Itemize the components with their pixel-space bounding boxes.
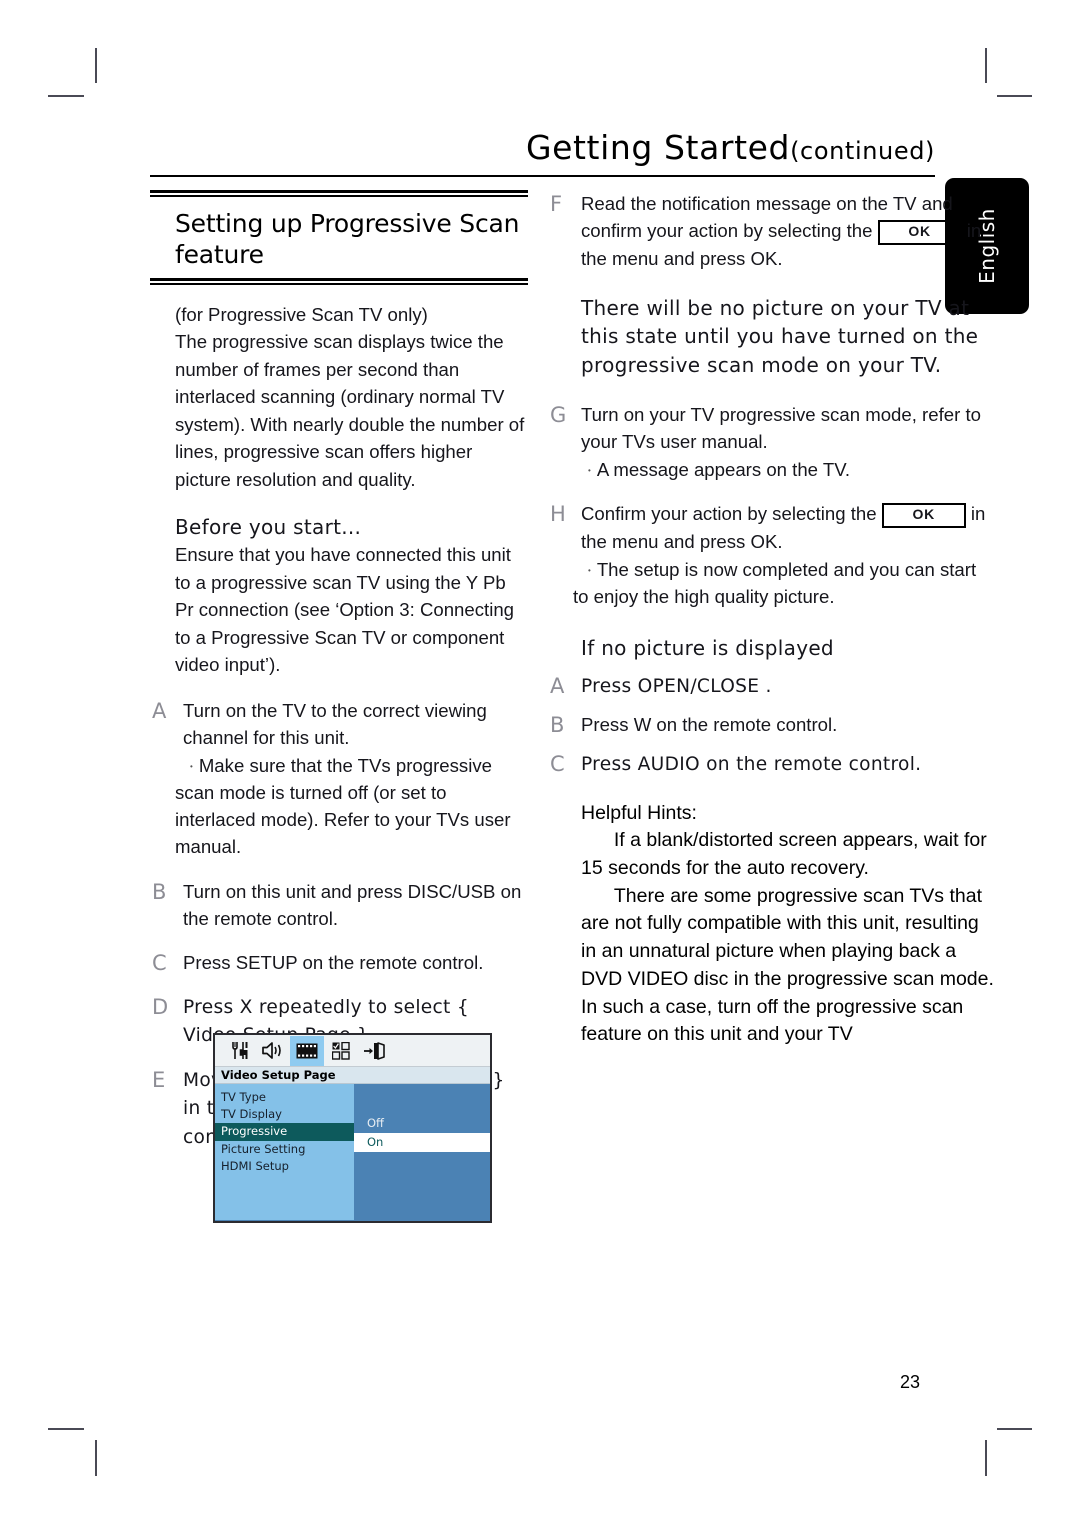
step-g-text: Turn on your TV progressive scan mode, r… xyxy=(581,403,981,453)
page-number: 23 xyxy=(900,1372,921,1392)
osd-menu-item-tv-display[interactable]: TV Display xyxy=(215,1106,354,1123)
step-c-label: C xyxy=(152,950,167,975)
no-picture-step-b: B Press W on the remote control. xyxy=(548,711,996,738)
crop-mark-top-right-vertical xyxy=(985,48,987,83)
before-you-start-body: Ensure that you have connected this unit… xyxy=(175,544,515,676)
crop-mark-top-left-horizontal xyxy=(48,95,84,97)
no-picture-step-c-text: Press AUDIO on the remote control. xyxy=(581,753,922,775)
section-title-rule-top xyxy=(150,190,528,197)
crop-mark-top-left-vertical xyxy=(95,48,97,83)
osd-menu-item-hdmi-setup[interactable]: HDMI Setup xyxy=(215,1158,354,1175)
osd-body: TV Type TV Display Progressive Picture S… xyxy=(215,1084,490,1220)
header-divider-rule xyxy=(150,175,935,177)
page-header: Getting Started(continued) xyxy=(150,128,935,167)
step-b: B Turn on this unit and press DISC/USB o… xyxy=(150,878,528,932)
no-picture-step-c: C Press AUDIO on the remote control. xyxy=(548,750,996,778)
no-picture-step-b-label: B xyxy=(550,713,565,738)
step-b-label: B xyxy=(152,879,167,904)
helpful-hints-heading: Helpful Hints: xyxy=(581,801,697,824)
osd-menu-item-progressive[interactable]: Progressive xyxy=(215,1123,354,1141)
step-g-note: A message appears on the TV. xyxy=(573,456,996,483)
left-column: Setting up Progressive Scan feature (for… xyxy=(150,190,528,1168)
no-picture-step-a-text: Press OPEN/CLOSE . xyxy=(581,676,772,698)
osd-option-on[interactable]: On xyxy=(354,1132,490,1152)
exit-door-arrow-glyph xyxy=(364,1041,385,1060)
osd-menu-item-tv-type[interactable]: TV Type xyxy=(215,1089,354,1106)
step-g-label: G xyxy=(550,402,567,427)
page-title-continued: (continued) xyxy=(790,137,935,165)
step-h-note: The setup is now completed and you can s… xyxy=(573,556,996,610)
step-c: C Press SETUP on the remote control. xyxy=(150,949,528,976)
step-h-text-before: Confirm your action by selecting the xyxy=(581,503,877,525)
no-picture-step-c-label: C xyxy=(550,751,565,776)
right-step-list: F Read the notification message on the T… xyxy=(548,190,996,610)
film-strip-glyph xyxy=(296,1043,318,1058)
intro-line: (for Progressive Scan TV only) xyxy=(175,303,428,325)
step-a-note: Make sure that the TVs progressive scan … xyxy=(175,752,528,861)
crop-mark-bottom-right-horizontal xyxy=(997,1428,1032,1430)
audio-setup-icon[interactable] xyxy=(256,1036,290,1066)
general-setup-icon[interactable] xyxy=(222,1036,256,1066)
crop-mark-bottom-right-vertical xyxy=(985,1440,987,1476)
no-picture-step-a: A Press OPEN/CLOSE . xyxy=(548,672,996,700)
no-picture-step-a-label: A xyxy=(550,674,565,699)
osd-menu-list: TV Type TV Display Progressive Picture S… xyxy=(215,1084,354,1220)
helpful-hints-block: Helpful Hints: If a blank/distorted scre… xyxy=(548,800,996,1049)
step-c-text: Press SETUP on the remote control. xyxy=(183,951,484,973)
crop-mark-top-right-horizontal xyxy=(997,95,1032,97)
step-f: F Read the notification message on the T… xyxy=(548,190,996,272)
page-title: Getting Started(continued) xyxy=(150,128,935,167)
no-picture-step-b-text: Press W on the remote control. xyxy=(581,714,838,736)
step-h-label: H xyxy=(550,502,566,527)
step-b-text: Turn on this unit and press DISC/USB on … xyxy=(183,880,522,929)
step-g: G Turn on your TV progressive scan mode,… xyxy=(548,401,996,483)
speaker-glyph xyxy=(262,1042,281,1059)
preference-setup-icon[interactable] xyxy=(324,1036,358,1066)
section-title-rule-bottom xyxy=(150,277,528,285)
exit-setup-icon[interactable] xyxy=(358,1036,392,1066)
crop-mark-bottom-left-horizontal xyxy=(48,1428,84,1430)
right-column: F Read the notification message on the T… xyxy=(548,190,996,1049)
osd-icon-bar xyxy=(215,1035,490,1067)
osd-option-off[interactable]: Off xyxy=(354,1114,490,1133)
step-f-label: F xyxy=(550,192,563,216)
osd-menu-item-picture-setting[interactable]: Picture Setting xyxy=(215,1141,354,1158)
page-title-main: Getting Started xyxy=(525,128,791,167)
video-setup-page-screenshot: Video Setup Page TV Type TV Display Prog… xyxy=(213,1033,492,1223)
four-squares-glyph xyxy=(332,1041,350,1060)
before-you-start-heading: Before you start... xyxy=(175,515,362,540)
no-picture-step-list: A Press OPEN/CLOSE . B Press W on the re… xyxy=(548,672,996,777)
osd-page-title: Video Setup Page xyxy=(215,1067,490,1084)
warning-text: There will be no picture on your TV at t… xyxy=(581,295,979,377)
step-e-label: E xyxy=(152,1068,166,1093)
helpful-hint-1: If a blank/distorted screen appears, wai… xyxy=(581,829,987,880)
step-d-label: D xyxy=(152,994,169,1019)
ok-button-glyph-h: OK xyxy=(881,503,966,528)
section-title: Setting up Progressive Scan feature xyxy=(175,209,520,270)
step-h: H Confirm your action by selecting the O… xyxy=(548,500,996,610)
crop-mark-bottom-left-vertical xyxy=(95,1440,97,1476)
step-a-label: A xyxy=(152,698,167,723)
ok-button-glyph-f: OK xyxy=(877,220,962,245)
step-a: A Turn on the TV to the correct viewing … xyxy=(150,697,528,861)
general-setup-glyph xyxy=(231,1042,247,1059)
helpful-hint-2: There are some progressive scan TVs that… xyxy=(581,884,994,1046)
video-setup-icon[interactable] xyxy=(290,1035,324,1066)
intro-body: The progressive scan displays twice the … xyxy=(175,331,525,490)
no-picture-heading: If no picture is displayed xyxy=(581,636,834,661)
osd-option-list: Off On xyxy=(354,1084,490,1220)
step-a-text: Turn on the TV to the correct viewing ch… xyxy=(183,699,487,748)
